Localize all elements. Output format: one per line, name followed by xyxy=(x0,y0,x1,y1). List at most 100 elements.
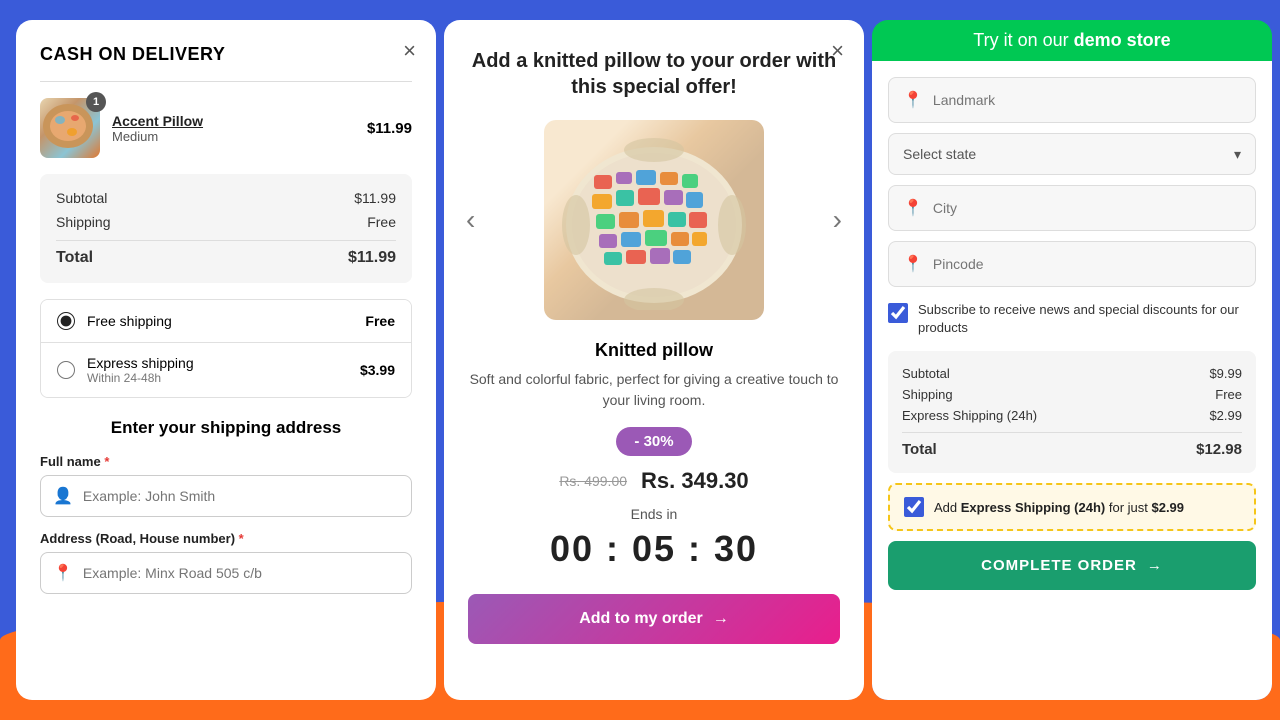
demo-banner: Try it on our demo store xyxy=(872,20,1272,61)
product-desc: Soft and colorful fabric, perfect for gi… xyxy=(468,369,840,411)
pincode-icon: 📍 xyxy=(903,254,923,274)
express-shipping-name: Express shipping xyxy=(87,355,348,371)
subtotal-label: Subtotal xyxy=(56,190,107,206)
address-input-wrapper: 📍 xyxy=(40,552,412,594)
subscribe-checkbox[interactable] xyxy=(888,303,908,323)
express-upsell-bold: Express Shipping (24h) xyxy=(961,500,1105,515)
shipping-label: Shipping xyxy=(56,214,111,230)
panels-wrapper: CASH ON DELIVERY × 1 Accent Pillow Mediu… xyxy=(0,0,1280,720)
close-left-button[interactable]: × xyxy=(403,40,416,62)
subtotal-row: Subtotal $11.99 xyxy=(56,186,396,210)
total-value: $11.99 xyxy=(348,249,396,267)
express-upsell-box: Add Express Shipping (24h) for just $2.9… xyxy=(888,483,1256,531)
shipping-row: Shipping Free xyxy=(56,210,396,234)
express-upsell-price: $2.99 xyxy=(1151,500,1184,515)
city-input-wrapper: 📍 xyxy=(888,185,1256,231)
total-row: Total $11.99 xyxy=(56,240,396,271)
complete-order-label: COMPLETE ORDER xyxy=(981,557,1137,574)
cart-item-info: Accent Pillow Medium xyxy=(112,113,355,144)
full-name-input[interactable] xyxy=(83,488,399,504)
subscribe-row: Subscribe to receive news and special di… xyxy=(888,297,1256,341)
total-label: Total xyxy=(56,249,93,267)
state-select-wrapper: Select state Maharashtra Delhi Karnataka… xyxy=(888,133,1256,175)
shipping-option-free: Free shipping Free xyxy=(41,300,411,342)
cart-item-variant: Medium xyxy=(112,129,355,144)
full-name-field-group: Full name * 👤 xyxy=(40,454,412,517)
address-field-group: Address (Road, House number) * 📍 xyxy=(40,531,412,594)
city-icon: 📍 xyxy=(903,198,923,218)
cart-badge: 1 xyxy=(86,92,106,112)
free-shipping-name: Free shipping xyxy=(87,313,353,329)
right-express-row: Express Shipping (24h) $2.99 xyxy=(902,405,1242,426)
full-name-label: Full name * xyxy=(40,454,412,469)
subscribe-text: Subscribe to receive news and special di… xyxy=(918,301,1256,337)
person-icon: 👤 xyxy=(53,486,73,506)
right-express-value: $2.99 xyxy=(1209,408,1242,423)
ends-in-label: Ends in xyxy=(631,506,678,522)
state-select[interactable]: Select state Maharashtra Delhi Karnataka… xyxy=(903,146,1241,162)
product-image xyxy=(544,120,764,320)
right-express-label: Express Shipping (24h) xyxy=(902,408,1037,423)
price-row: Rs. 499.00 Rs. 349.30 xyxy=(559,468,748,494)
knitted-pillow-image xyxy=(554,130,754,310)
right-panel-body: 📍 Select state Maharashtra Delhi Karnata… xyxy=(872,61,1272,700)
add-order-label: Add to my order xyxy=(579,610,703,628)
address-section-title: Enter your shipping address xyxy=(40,418,412,438)
close-middle-button[interactable]: × xyxy=(831,40,844,62)
pincode-input[interactable] xyxy=(933,256,1241,272)
carousel-next-button[interactable]: › xyxy=(825,196,850,244)
free-shipping-price: Free xyxy=(365,313,395,329)
upsell-title: Add a knitted pillow to your order with … xyxy=(468,48,840,100)
free-shipping-radio[interactable] xyxy=(57,312,75,330)
express-upsell-checkbox[interactable] xyxy=(904,497,924,517)
right-subtotal-row: Subtotal $9.99 xyxy=(902,363,1242,384)
product-carousel: ‹ xyxy=(468,120,840,320)
subtotal-value: $11.99 xyxy=(354,190,396,206)
shipping-value: Free xyxy=(367,214,396,230)
product-name: Knitted pillow xyxy=(595,340,713,361)
right-total-value: $12.98 xyxy=(1196,441,1242,458)
express-shipping-price: $3.99 xyxy=(360,362,395,378)
product-thumbnail: 1 xyxy=(40,98,100,158)
right-shipping-row: Shipping Free xyxy=(902,384,1242,405)
right-panel: Try it on our demo store 📍 Select state … xyxy=(872,20,1272,700)
right-shipping-value: Free xyxy=(1215,387,1242,402)
landmark-icon: 📍 xyxy=(903,90,923,110)
landmark-input-wrapper: 📍 xyxy=(888,77,1256,123)
panel-title: CASH ON DELIVERY xyxy=(40,44,412,65)
add-to-order-button[interactable]: Add to my order → xyxy=(468,594,840,644)
right-subtotal-label: Subtotal xyxy=(902,366,950,381)
countdown-timer: 00 : 05 : 30 xyxy=(550,528,758,570)
cart-item-name: Accent Pillow xyxy=(112,113,355,129)
express-shipping-sub: Within 24-48h xyxy=(87,371,348,385)
order-summary: Subtotal $11.99 Shipping Free Total $11.… xyxy=(40,174,412,283)
middle-panel: × Add a knitted pillow to your order wit… xyxy=(444,20,864,700)
address-required: * xyxy=(239,531,244,546)
free-shipping-label: Free shipping xyxy=(87,313,353,329)
demo-banner-text: Try it on our demo store xyxy=(973,30,1170,51)
right-total-label: Total xyxy=(902,441,937,458)
city-input[interactable] xyxy=(933,200,1241,216)
shipping-option-express: Express shipping Within 24-48h $3.99 xyxy=(41,342,411,397)
complete-order-button[interactable]: COMPLETE ORDER → xyxy=(888,541,1256,590)
left-panel: CASH ON DELIVERY × 1 Accent Pillow Mediu… xyxy=(16,20,436,700)
add-order-arrow: → xyxy=(713,610,729,628)
full-name-input-wrapper: 👤 xyxy=(40,475,412,517)
carousel-prev-button[interactable]: ‹ xyxy=(458,196,483,244)
address-label: Address (Road, House number) * xyxy=(40,531,412,546)
complete-order-arrow: → xyxy=(1147,557,1163,574)
sale-price: Rs. 349.30 xyxy=(641,468,749,494)
right-shipping-label: Shipping xyxy=(902,387,953,402)
pincode-input-wrapper: 📍 xyxy=(888,241,1256,287)
address-input[interactable] xyxy=(83,565,399,581)
landmark-input[interactable] xyxy=(933,92,1241,108)
divider-top xyxy=(40,81,412,82)
cart-item: 1 Accent Pillow Medium $11.99 xyxy=(40,98,412,158)
express-upsell-text: Add Express Shipping (24h) for just $2.9… xyxy=(934,500,1184,515)
full-name-required: * xyxy=(104,454,109,469)
original-price: Rs. 499.00 xyxy=(559,473,627,489)
discount-badge: - 30% xyxy=(616,427,691,456)
shipping-options: Free shipping Free Express shipping With… xyxy=(40,299,412,398)
express-shipping-radio[interactable] xyxy=(57,361,75,379)
demo-bold-text: demo store xyxy=(1074,30,1171,50)
